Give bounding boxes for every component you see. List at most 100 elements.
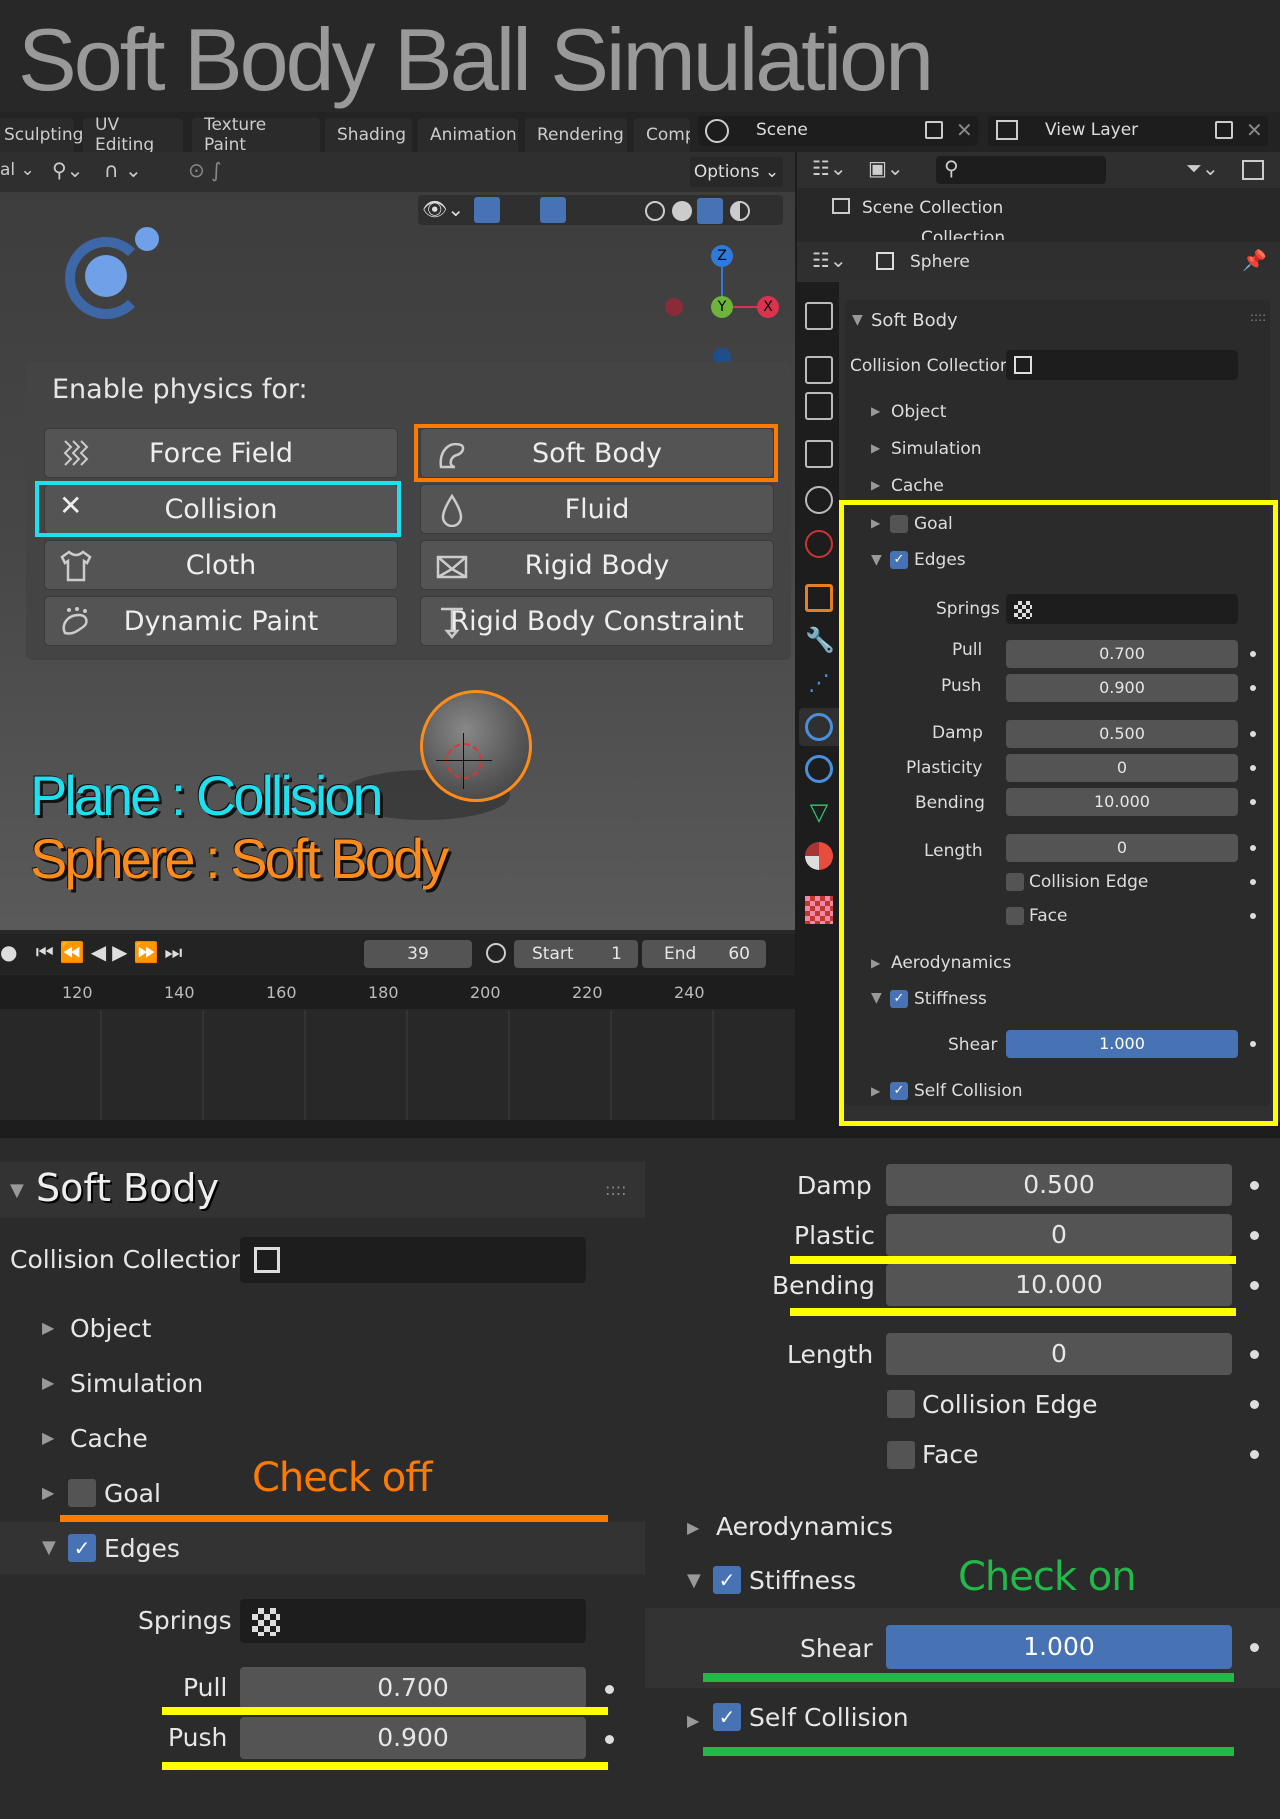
zoom-bending-field[interactable]: 10.000	[886, 1264, 1232, 1306]
shading-rendered-icon[interactable]	[730, 201, 750, 221]
tab-animation[interactable]: Animation	[418, 118, 518, 152]
tab-compositing[interactable]: Comp	[634, 118, 690, 152]
zoom-goal-checkbox[interactable]	[68, 1479, 96, 1507]
particles-tab-icon[interactable]: ⋰	[805, 670, 833, 698]
cache-expand-icon[interactable]: ▶	[871, 478, 880, 492]
zoom-simulation-expand-icon[interactable]: ▶	[42, 1373, 54, 1392]
zoom-bending-keyframe-dot[interactable]	[1250, 1281, 1259, 1290]
zoom-plastic-field[interactable]: 0	[886, 1214, 1232, 1256]
zoom-subpanel-simulation[interactable]: Simulation	[70, 1369, 203, 1398]
zoom-push-field[interactable]: 0.900	[240, 1717, 586, 1759]
zoom-shear-keyframe-dot[interactable]	[1250, 1643, 1259, 1652]
gizmo-z[interactable]: Z	[711, 245, 733, 267]
zoom-subpanel-cache[interactable]: Cache	[70, 1424, 148, 1453]
transform-pivot-icon[interactable]: ⚲⌄	[52, 158, 83, 182]
view-layer-tab-icon[interactable]	[805, 440, 833, 468]
zoom-pull-keyframe-dot[interactable]	[605, 1685, 614, 1694]
subpanel-object[interactable]: Object	[891, 402, 946, 422]
tab-texture-paint[interactable]: Texture Paint	[192, 115, 320, 155]
object-expand-icon[interactable]: ▶	[871, 404, 880, 418]
subpanel-cache[interactable]: Cache	[891, 476, 944, 496]
zoom-edges-checkbox[interactable]: ✓	[68, 1534, 96, 1562]
zoom-collision-edge-keyframe-dot[interactable]	[1250, 1400, 1259, 1409]
rigid-body-button[interactable]: Rigid Body	[420, 540, 774, 590]
zoom-face-keyframe-dot[interactable]	[1250, 1450, 1259, 1459]
pin-icon[interactable]: 📌	[1242, 248, 1267, 272]
copy-scene-icon[interactable]	[925, 121, 943, 139]
visibility-icon[interactable]: 👁⌄	[422, 197, 464, 221]
options-button[interactable]: Options ⌄	[690, 157, 783, 187]
data-tab-icon[interactable]: ▽	[805, 798, 833, 826]
constraints-tab-icon[interactable]	[805, 755, 833, 783]
nav-gizmo[interactable]: Z Y X	[665, 245, 779, 366]
overlay-toggle-icon[interactable]	[540, 197, 566, 223]
zoom-shear-field[interactable]: 1.000	[886, 1625, 1232, 1669]
start-frame-field[interactable]: Start 1	[514, 940, 638, 968]
tab-rendering[interactable]: Rendering	[525, 118, 627, 152]
zoom-stiffness-checkbox[interactable]: ✓	[713, 1566, 741, 1594]
filter-icon[interactable]: ⏷⌄	[1186, 156, 1219, 180]
zoom-face-checkbox[interactable]	[887, 1441, 915, 1469]
material-tab-icon[interactable]	[805, 842, 833, 870]
scene-collection-label[interactable]: Scene Collection	[862, 198, 1003, 218]
stopwatch-icon[interactable]	[486, 943, 506, 963]
current-frame-field[interactable]: 39	[364, 940, 472, 968]
cloth-button[interactable]: Cloth	[44, 540, 398, 590]
sphere-object[interactable]	[420, 690, 532, 802]
zoom-push-keyframe-dot[interactable]	[605, 1735, 614, 1744]
gizmo-y[interactable]: Y	[711, 296, 733, 318]
zoom-self-collision-checkbox[interactable]: ✓	[713, 1703, 741, 1731]
editor-type-icon[interactable]: ☷⌄	[812, 248, 847, 272]
zoom-stiffness-expand-icon[interactable]: ▼	[687, 1570, 701, 1591]
new-collection-icon[interactable]	[1242, 160, 1264, 180]
zoom-cache-expand-icon[interactable]: ▶	[42, 1428, 54, 1447]
tab-sculpting[interactable]: Sculpting	[0, 118, 83, 152]
zoom-panel-title[interactable]: Soft Body	[36, 1166, 219, 1210]
shading-solid-icon[interactable]	[672, 201, 692, 221]
close-scene-icon[interactable]: ✕	[956, 118, 973, 142]
zoom-pull-field[interactable]: 0.700	[240, 1667, 586, 1709]
shading-material-icon[interactable]	[697, 198, 723, 224]
scene-tab-icon[interactable]	[805, 486, 833, 514]
zoom-self-collision-expand-icon[interactable]: ▶	[687, 1711, 699, 1730]
fluid-button[interactable]: Fluid	[420, 484, 774, 534]
texture-tab-icon[interactable]	[805, 896, 833, 924]
rigid-body-constraint-button[interactable]: Rigid Body Constraint	[420, 596, 774, 646]
zoom-edges-expand-icon[interactable]: ▼	[42, 1537, 56, 1558]
modifier-tab-icon[interactable]: 🔧	[805, 626, 835, 654]
mode-dropdown[interactable]: al ⌄	[0, 160, 35, 180]
zoom-damp-field[interactable]: 0.500	[886, 1164, 1232, 1206]
zoom-length-keyframe-dot[interactable]	[1250, 1350, 1259, 1359]
zoom-damp-keyframe-dot[interactable]	[1250, 1181, 1259, 1190]
end-frame-field[interactable]: End 60	[642, 940, 766, 968]
subpanel-simulation[interactable]: Simulation	[891, 439, 982, 459]
zoom-aerodynamics-expand-icon[interactable]: ▶	[687, 1518, 699, 1537]
zoom-subpanel-object[interactable]: Object	[70, 1314, 151, 1343]
drag-handle-icon[interactable]: ::::	[1250, 310, 1266, 324]
display-mode-icon[interactable]: ☷⌄	[812, 156, 847, 180]
filter-view-icon[interactable]: ▣⌄	[868, 156, 904, 180]
outliner-search-input[interactable]	[936, 156, 1106, 184]
snap-icon[interactable]: ∩ ⌄	[104, 158, 142, 182]
zoom-springs-field[interactable]	[240, 1599, 586, 1643]
physics-tab-icon[interactable]	[805, 713, 833, 741]
gizmo-x[interactable]: X	[757, 296, 779, 318]
zoom-goal-expand-icon[interactable]: ▶	[42, 1483, 54, 1502]
zoom-collision-collection-field[interactable]	[240, 1237, 586, 1283]
zoom-drag-handle-icon[interactable]: ::::	[605, 1180, 627, 1199]
proportional-edit-icon[interactable]: ⊙ ∫	[188, 158, 222, 182]
close-view-layer-icon[interactable]: ✕	[1246, 118, 1263, 142]
zoom-subpanel-aerodynamics[interactable]: Aerodynamics	[716, 1512, 893, 1541]
force-field-button[interactable]: Force Field	[44, 428, 398, 478]
collision-collection-field[interactable]	[1006, 350, 1238, 380]
soft-body-panel-title[interactable]: Soft Body	[871, 310, 958, 331]
zoom-length-field[interactable]: 0	[886, 1333, 1232, 1375]
simulation-expand-icon[interactable]: ▶	[871, 441, 880, 455]
dynamic-paint-button[interactable]: Dynamic Paint	[44, 596, 398, 646]
copy-view-layer-icon[interactable]	[1215, 121, 1233, 139]
world-tab-icon[interactable]	[805, 530, 833, 558]
gizmo-toggle-icon[interactable]	[474, 197, 500, 223]
collection-label[interactable]: Collection	[921, 228, 1005, 240]
tab-uv-editing[interactable]: UV Editing	[83, 115, 183, 155]
playback-buttons[interactable]: ● ⏮⏪◀▶⏩⏭	[0, 940, 188, 964]
